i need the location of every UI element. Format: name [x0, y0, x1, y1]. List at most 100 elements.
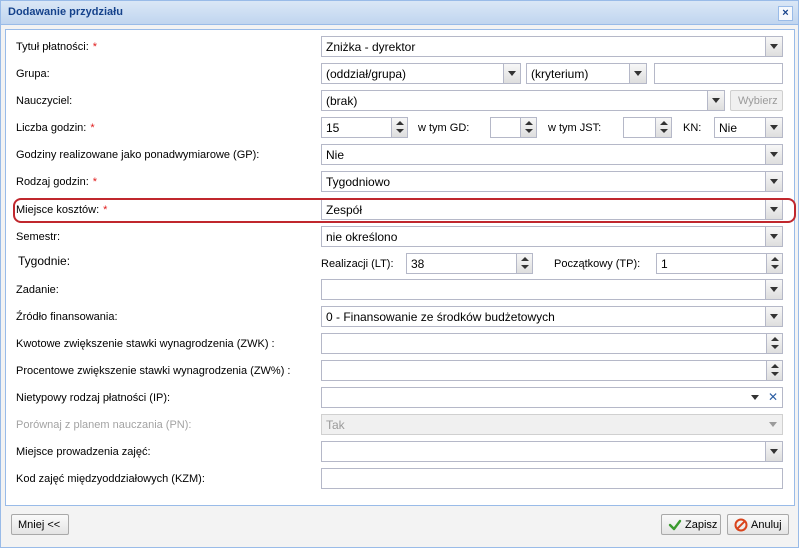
form-body: Tytuł płatności: * Zniżka - dyrektor Grup…	[5, 29, 796, 506]
row-tygodnie: Tygodnie: Realizacji (LT): 38 Początkowy…	[6, 253, 796, 276]
cancel-icon	[734, 518, 748, 532]
miejsce-prow-combo[interactable]	[321, 441, 783, 462]
tp-value: 1	[661, 257, 668, 271]
semestr-value: nie określono	[326, 230, 398, 244]
spinner-icon[interactable]	[391, 118, 407, 137]
grupa-combo[interactable]: (oddział/grupa)	[321, 63, 521, 84]
zwk-stepper[interactable]	[321, 333, 783, 354]
spinner-icon[interactable]	[516, 254, 532, 273]
nauczyciel-value: (brak)	[326, 94, 358, 108]
kzm-input[interactable]	[321, 468, 783, 489]
chevron-down-icon[interactable]	[629, 64, 646, 83]
less-button[interactable]: Mniej <<	[11, 514, 69, 535]
semestr-label: Semestr:	[16, 231, 61, 243]
dialog-title: Dodawanie przydziału	[8, 6, 123, 18]
spinner-icon[interactable]	[520, 118, 536, 137]
chevron-down-icon[interactable]	[765, 280, 782, 299]
zrodlo-value: 0 - Finansowanie ze środków budżetowych	[326, 310, 555, 324]
row-rodzaj-godzin: Rodzaj godzin: * Tygodniowo	[6, 171, 796, 194]
rodzaj-combo[interactable]: Tygodniowo	[321, 171, 783, 192]
grupa-extra-input[interactable]	[654, 63, 783, 84]
zadanie-combo[interactable]	[321, 279, 783, 300]
tygodnie-label: Tygodnie:	[18, 254, 71, 268]
gd-stepper[interactable]	[490, 117, 537, 138]
chevron-down-icon[interactable]	[765, 227, 782, 246]
cancel-label: Anuluj	[751, 519, 782, 531]
kryterium-combo[interactable]: (kryterium)	[526, 63, 647, 84]
semestr-combo[interactable]: nie określono	[321, 226, 783, 247]
save-button[interactable]: Zapisz	[661, 514, 721, 535]
ip-label: Nietypowy rodzaj płatności (IP):	[16, 392, 171, 404]
tp-label: Początkowy (TP):	[554, 258, 641, 270]
rodzaj-label: Rodzaj godzin: *	[16, 176, 98, 188]
chevron-down-icon[interactable]	[765, 307, 782, 326]
row-liczba-godzin: Liczba godzin: * 15 w tym GD: w tym JST: …	[6, 117, 796, 140]
chevron-down-icon[interactable]	[765, 442, 782, 461]
wybierz-button[interactable]: Wybierz	[730, 90, 783, 111]
chevron-down-icon[interactable]	[747, 388, 764, 407]
row-miejsce-prowadzenia: Miejsce prowadzenia zajęć:	[6, 441, 796, 464]
pn-combo: Tak	[321, 414, 783, 435]
tytul-combo[interactable]: Zniżka - dyrektor	[321, 36, 783, 57]
chevron-down-icon[interactable]	[707, 91, 724, 110]
row-tytul: Tytuł płatności: * Zniżka - dyrektor	[6, 36, 796, 59]
spinner-icon[interactable]	[766, 361, 782, 380]
lt-stepper[interactable]: 38	[406, 253, 533, 274]
row-kzm: Kod zajęć międzyoddziałowych (KZM):	[6, 468, 796, 491]
wybierz-label: Wybierz	[738, 95, 778, 107]
save-label: Zapisz	[685, 519, 718, 531]
row-zwp: Procentowe zwiększenie stawki wynagrodze…	[6, 360, 796, 383]
highlight-outline	[13, 198, 796, 223]
chevron-down-icon[interactable]	[503, 64, 520, 83]
kn-value: Nie	[719, 121, 738, 135]
pn-label: Porównaj z planem nauczania (PN):	[16, 419, 192, 431]
rodzaj-value: Tygodniowo	[326, 175, 391, 189]
zadanie-label: Zadanie:	[16, 284, 59, 296]
row-nauczyciel: Nauczyciel: (brak) Wybierz	[6, 90, 796, 113]
zrodlo-label: Źródło finansowania:	[16, 311, 118, 323]
zwp-stepper[interactable]	[321, 360, 783, 381]
zwk-label: Kwotowe zwiększenie stawki wynagrodzenia…	[16, 338, 275, 350]
nauczyciel-combo[interactable]: (brak)	[321, 90, 725, 111]
gp-combo[interactable]: Nie	[321, 144, 783, 165]
row-grupa: Grupa: (oddział/grupa) (kryterium)	[6, 63, 796, 86]
chevron-down-icon[interactable]	[765, 37, 782, 56]
row-zrodlo: Źródło finansowania: 0 - Finansowanie ze…	[6, 306, 796, 329]
spinner-icon[interactable]	[655, 118, 671, 137]
tytul-value: Zniżka - dyrektor	[326, 40, 416, 54]
check-icon	[668, 519, 682, 531]
cancel-button[interactable]: Anuluj	[727, 514, 789, 535]
row-zwk: Kwotowe zwiększenie stawki wynagrodzenia…	[6, 333, 796, 356]
ip-combo[interactable]: ✕	[321, 387, 783, 408]
spinner-icon[interactable]	[766, 334, 782, 353]
gp-label: Godziny realizowane jako ponadwymiarowe …	[16, 149, 260, 161]
grupa-label: Grupa:	[16, 68, 50, 80]
spinner-icon[interactable]	[766, 254, 782, 273]
kn-label: KN:	[683, 122, 702, 134]
title-bar: Dodawanie przydziału ×	[1, 1, 798, 25]
grupa-value: (oddział/grupa)	[326, 67, 407, 81]
row-semestr: Semestr: nie określono	[6, 226, 796, 249]
kn-combo[interactable]: Nie	[714, 117, 783, 138]
miejsce-prow-label: Miejsce prowadzenia zajęć:	[16, 446, 151, 458]
required-marker: *	[92, 176, 98, 188]
zwp-label: Procentowe zwiększenie stawki wynagrodze…	[16, 365, 291, 377]
close-icon[interactable]: ×	[778, 6, 793, 21]
tp-stepper[interactable]: 1	[656, 253, 783, 274]
zrodlo-combo[interactable]: 0 - Finansowanie ze środków budżetowych	[321, 306, 783, 327]
chevron-down-icon[interactable]	[765, 172, 782, 191]
lt-label: Realizacji (LT):	[321, 258, 394, 270]
less-label: Mniej <<	[18, 519, 61, 531]
row-gp: Godziny realizowane jako ponadwymiarowe …	[6, 144, 796, 167]
kryterium-value: (kryterium)	[531, 67, 589, 81]
liczba-label: Liczba godzin: *	[16, 122, 95, 134]
jst-stepper[interactable]	[623, 117, 672, 138]
chevron-down-icon[interactable]	[765, 145, 782, 164]
row-ip: Nietypowy rodzaj płatności (IP): ✕	[6, 387, 796, 410]
lt-value: 38	[411, 257, 425, 271]
row-zadanie: Zadanie:	[6, 279, 796, 302]
liczba-godzin-stepper[interactable]: 15	[321, 117, 408, 138]
clear-icon[interactable]: ✕	[764, 388, 782, 407]
chevron-down-icon[interactable]	[765, 118, 782, 137]
tytul-label: Tytuł płatności: *	[16, 41, 98, 53]
